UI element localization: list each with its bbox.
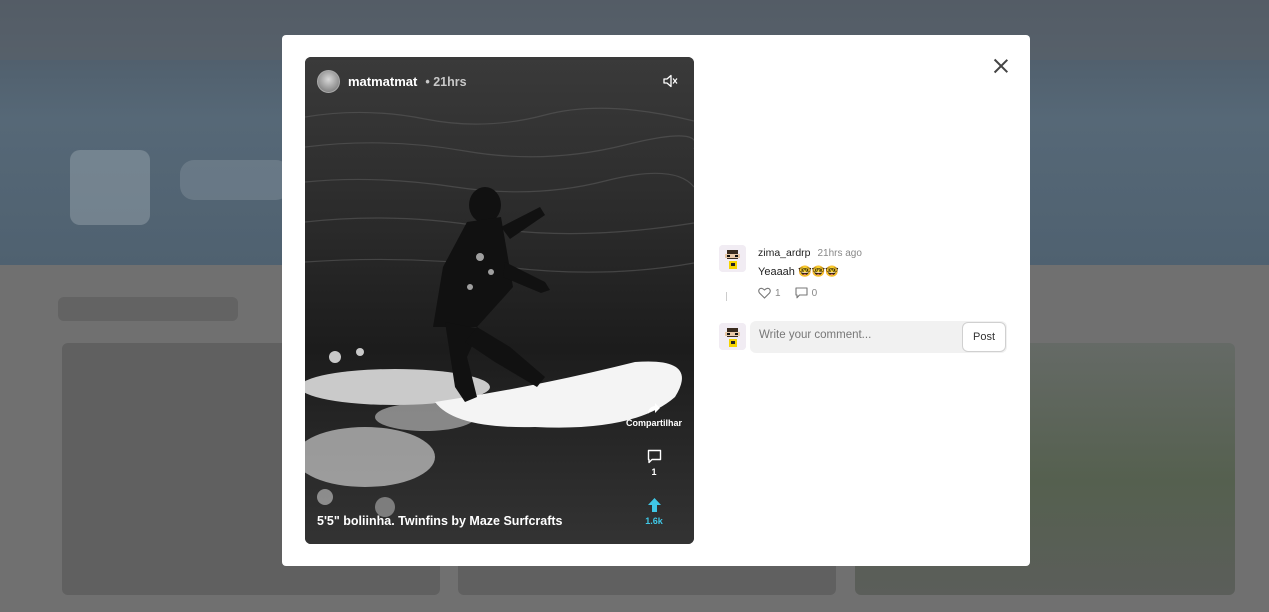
heart-icon [758, 287, 771, 299]
post-button[interactable]: Post [962, 322, 1006, 352]
comment-bubble-icon [795, 287, 808, 299]
reply-button[interactable]: 0 [795, 287, 818, 299]
thread-line [726, 292, 727, 301]
comment-input[interactable] [759, 329, 949, 341]
close-icon[interactable] [990, 55, 1012, 77]
upvote-arrow-icon [647, 498, 661, 512]
video-player[interactable]: matmatmat • 21hrs Compartilhar 1 1.6k 5'… [305, 57, 694, 544]
comment-header: zima_ardrp 21hrs ago [758, 247, 1008, 259]
upvote-button[interactable]: 1.6k [626, 497, 682, 526]
background-blob [180, 160, 290, 200]
avatar[interactable] [317, 70, 340, 93]
like-count: 1 [775, 287, 781, 299]
comment-time: 21hrs ago [817, 248, 862, 259]
share-button[interactable]: Compartilhar [626, 402, 682, 428]
comments-count: 1 [651, 467, 657, 477]
comment-body: zima_ardrp 21hrs ago Yeaaah 🤓🤓🤓 1 0 [758, 247, 1008, 299]
post-username[interactable]: matmatmat [348, 74, 417, 89]
pixel-avatar-icon [719, 245, 746, 272]
background-blob [70, 150, 150, 225]
comment-actions: 1 0 [758, 287, 1008, 299]
video-header: matmatmat • 21hrs [317, 70, 467, 93]
share-label: Compartilhar [626, 418, 683, 428]
comments-button[interactable]: 1 [626, 449, 682, 477]
avatar[interactable] [719, 245, 746, 272]
share-arrow-icon [648, 403, 660, 414]
post-modal: matmatmat • 21hrs Compartilhar 1 1.6k 5'… [282, 35, 1030, 566]
avatar [719, 323, 746, 350]
comment-input-wrapper: Post [750, 321, 1007, 353]
votes-count: 1.6k [645, 516, 663, 526]
post-time: • 21hrs [425, 74, 467, 89]
post-caption: 5'5" boliinha. Twinfins by Maze Surfcraf… [317, 514, 563, 528]
comment-username[interactable]: zima_ardrp [758, 247, 811, 259]
background-heading [58, 297, 238, 321]
like-button[interactable]: 1 [758, 287, 781, 299]
reply-count: 0 [811, 287, 818, 299]
comment-text: Yeaaah 🤓🤓🤓 [758, 266, 840, 278]
comment-bubble-icon [647, 449, 661, 464]
pixel-avatar-icon [719, 323, 746, 350]
mute-icon[interactable] [662, 73, 678, 89]
comment-composer: Post [719, 321, 1009, 353]
